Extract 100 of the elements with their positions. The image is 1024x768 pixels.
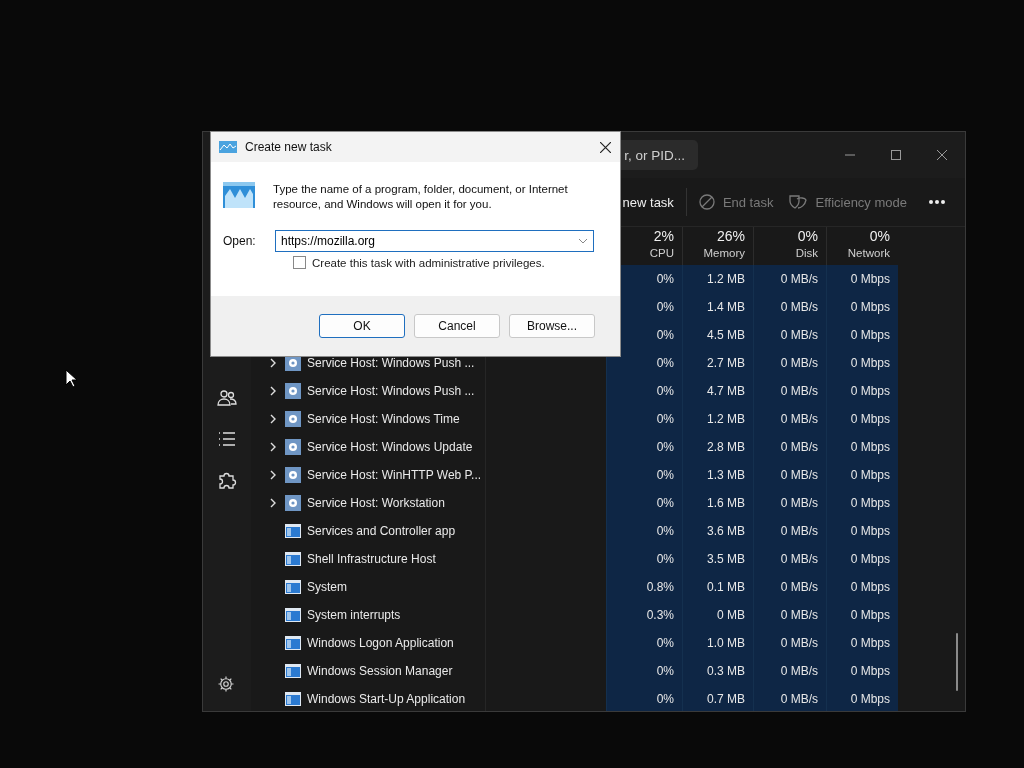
table-cell: 0 Mbps [826, 349, 898, 377]
table-cell: 0 MB/s [753, 601, 826, 629]
column-percent: 0% [797, 227, 818, 246]
process-name: Windows Logon Application [307, 636, 454, 650]
open-label: Open: [223, 234, 257, 248]
table-cell: 4.5 MB [682, 321, 753, 349]
table-cell: 0.3% [606, 601, 682, 629]
table-cell: 0.7 MB [682, 685, 753, 711]
dialog-button[interactable]: OK [319, 314, 405, 338]
table-cell: 0 Mbps [826, 377, 898, 405]
open-combo-field[interactable]: https://mozilla.org [275, 230, 594, 252]
table-cell: 3.5 MB [682, 545, 753, 573]
table-cell: 2.8 MB [682, 433, 753, 461]
table-cell: 0 MB/s [753, 489, 826, 517]
checkbox[interactable] [293, 256, 306, 269]
column-header[interactable]: Memory [703, 246, 745, 261]
table-cell: 0 MB [682, 601, 753, 629]
process-name: Service Host: Windows Push ... [307, 356, 475, 370]
process-name: Shell Infrastructure Host [307, 552, 436, 566]
prohibited-icon [698, 194, 715, 210]
table-cell: 0 MB/s [753, 265, 826, 293]
checkbox-label: Create this task with administrative privileges. [312, 256, 545, 269]
process-name: System [307, 580, 347, 594]
table-cell: 0 Mbps [826, 293, 898, 321]
table-cell: 1.3 MB [682, 461, 753, 489]
process-name: Windows Start-Up Application [307, 692, 466, 706]
window-icon [285, 552, 301, 566]
table-cell: 0 Mbps [826, 685, 898, 711]
table-cell: 0 Mbps [826, 601, 898, 629]
table-cell: 0% [606, 405, 682, 433]
table-cell: 4.7 MB [682, 377, 753, 405]
close-icon[interactable] [599, 141, 611, 153]
table-cell: 0% [606, 657, 682, 685]
table-cell: 0 MB/s [753, 573, 826, 601]
table-cell: 0 MB/s [753, 657, 826, 685]
table-cell: 0% [606, 517, 682, 545]
table-cell: 0 MB/s [753, 377, 826, 405]
settings-icon[interactable] [217, 675, 237, 695]
table-cell: 3.6 MB [682, 517, 753, 545]
process-name: Windows Session Manager [307, 664, 453, 678]
table-cell: 0 MB/s [753, 433, 826, 461]
column-header[interactable]: Disk [795, 246, 818, 261]
table-cell: 0% [606, 545, 682, 573]
table-cell: 0 MB/s [753, 545, 826, 573]
table-cell: 1.2 MB [682, 265, 753, 293]
process-name: Service Host: Windows Update [307, 440, 473, 454]
table-cell: 0 Mbps [826, 321, 898, 349]
gear-icon [285, 495, 301, 511]
table-cell: 2.7 MB [682, 349, 753, 377]
users-icon[interactable] [217, 388, 237, 408]
table-cell: 0 MB/s [753, 517, 826, 545]
table-cell: 0 Mbps [826, 405, 898, 433]
table-cell: 0% [606, 629, 682, 657]
window-icon [285, 692, 301, 706]
table-cell: 0 Mbps [826, 489, 898, 517]
dialog-button[interactable]: Cancel [414, 314, 500, 338]
table-cell: 0.3 MB [682, 657, 753, 685]
process-name: Service Host: Workstation [307, 496, 445, 510]
puzzle-icon[interactable] [217, 470, 237, 490]
run-icon [219, 141, 237, 153]
table-cell: 0% [606, 489, 682, 517]
process-name: Services and Controller app [307, 524, 456, 538]
table-cell: 0 Mbps [826, 657, 898, 685]
table-cell: 0 MB/s [753, 321, 826, 349]
cursor-icon [65, 369, 77, 388]
maximize-icon[interactable] [891, 150, 901, 160]
process-name: Service Host: WinHTTP Web P... [307, 468, 482, 482]
table-cell: 0 Mbps [826, 545, 898, 573]
table-cell: 0 Mbps [826, 461, 898, 489]
table-cell: 0.8% [606, 573, 682, 601]
dialog-button[interactable]: Browse... [509, 314, 595, 338]
table-cell: 0% [606, 685, 682, 711]
table-cell: 0 Mbps [826, 433, 898, 461]
table-cell: 0 Mbps [826, 517, 898, 545]
window-icon [285, 664, 301, 678]
column-header[interactable]: CPU [649, 246, 674, 261]
window-icon [285, 636, 301, 650]
table-cell: 0% [606, 349, 682, 377]
table-cell: 0 MB/s [753, 349, 826, 377]
table-cell: 0 Mbps [826, 573, 898, 601]
window-icon [285, 580, 301, 594]
gear-icon [285, 467, 301, 483]
list-icon[interactable] [217, 429, 237, 449]
table-cell: 0% [606, 461, 682, 489]
column-header[interactable]: Network [847, 246, 890, 261]
gear-icon [285, 383, 301, 399]
table-cell: 0% [606, 433, 682, 461]
window-icon [285, 608, 301, 622]
table-cell: 0 Mbps [826, 629, 898, 657]
table-cell: 0.1 MB [682, 573, 753, 601]
close-icon[interactable] [937, 150, 947, 160]
table-cell: 1.2 MB [682, 405, 753, 433]
dialog-message: Type the name of a program, folder, document, or Internet resource, and Windows will open it for you. [273, 182, 569, 212]
process-name: Service Host: Windows Time [307, 412, 460, 426]
toolbar-button[interactable]: new task [614, 188, 682, 216]
scrollbar[interactable] [956, 633, 958, 691]
gear-icon [285, 439, 301, 455]
column-percent: 0% [869, 227, 890, 246]
table-cell: 0 MB/s [753, 685, 826, 711]
gear-icon [285, 411, 301, 427]
